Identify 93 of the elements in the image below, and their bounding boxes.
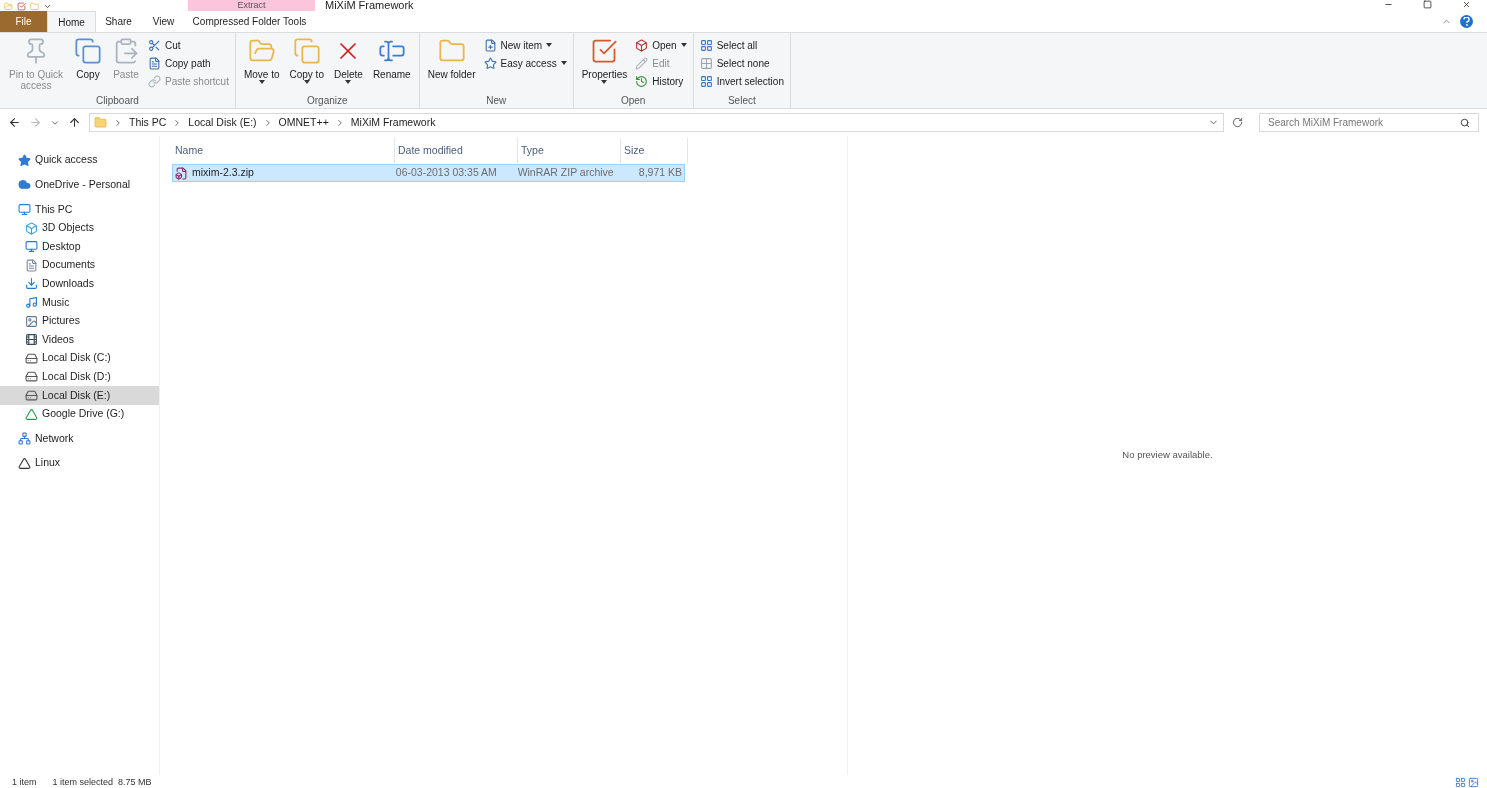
group-label: New [485, 95, 508, 107]
table-cell: 06-03-2013 03:35 AM [395, 165, 497, 181]
details-view-button[interactable] [1455, 777, 1466, 788]
ribbon-tab[interactable]: File [0, 11, 47, 32]
column-header[interactable]: Size [621, 138, 688, 163]
file-row[interactable]: mixim-2.3.zip 06-03-2013 03:35 AM WinRAR ZIP archive 8,971 KB [172, 164, 685, 182]
ribbon-button[interactable]: Copy path [146, 55, 231, 71]
drive-icon [25, 388, 38, 402]
caret-icon[interactable] [43, 2, 52, 11]
music-icon [25, 295, 38, 309]
group-label: Select [726, 95, 757, 107]
monitor-icon [18, 203, 31, 216]
group-label: Organize [306, 95, 349, 107]
picture-icon [25, 314, 38, 328]
refresh-button[interactable] [1232, 117, 1243, 128]
drive-icon [25, 370, 38, 384]
document-icon [25, 258, 38, 272]
ribbon-button[interactable]: Select none [697, 55, 786, 71]
cloud-icon [18, 178, 31, 192]
folder-icon [4, 2, 13, 11]
ribbon-button[interactable]: Select all [697, 37, 786, 53]
drive-icon [25, 351, 38, 365]
nav-item[interactable]: Documents [0, 255, 159, 275]
nav-item[interactable]: Linux [0, 453, 159, 473]
column-header[interactable]: Type [518, 138, 621, 163]
breadcrumb[interactable]: This PC [129, 114, 167, 131]
group-label: Open [619, 95, 647, 107]
table-cell: WinRAR ZIP archive [517, 165, 614, 181]
ribbon-button[interactable]: Invert selection [697, 73, 786, 89]
up-button[interactable] [68, 116, 81, 129]
nav-item[interactable]: This PC [0, 200, 159, 219]
nav-item[interactable]: Local Disk (C:) [0, 348, 159, 368]
checkbox-icon[interactable] [17, 2, 26, 11]
desktop-icon [25, 240, 38, 254]
ribbon-button[interactable]: Copy [70, 33, 106, 95]
back-button[interactable] [8, 116, 21, 129]
ribbon-button[interactable]: Delete [329, 33, 367, 95]
nav-item[interactable]: Network [0, 429, 159, 448]
nav-item[interactable]: Music [0, 293, 159, 312]
forward-button[interactable] [29, 116, 42, 129]
search-icon [1460, 117, 1470, 128]
cube-icon [25, 221, 38, 235]
ribbon-tab[interactable]: Share [96, 11, 141, 32]
ribbon-button[interactable]: Properties [577, 33, 632, 95]
address-field[interactable]: This PC Local Disk (E:) OMNET++ MiXiM Framework [89, 113, 1224, 132]
nav-item[interactable]: Desktop [0, 237, 159, 256]
nav-item[interactable]: Local Disk (D:) [0, 367, 159, 387]
nav-item[interactable]: Videos [0, 330, 159, 349]
window-title: MiXiM Framework [325, 0, 414, 11]
nav-item[interactable]: 3D Objects [0, 218, 159, 238]
triangle-icon [25, 407, 38, 421]
ribbon-tab[interactable]: View [141, 11, 186, 32]
breadcrumb[interactable]: OMNET++ [278, 114, 329, 131]
nav-item[interactable]: Google Drive (G:) [0, 404, 159, 424]
preview-message: No preview available. [1122, 448, 1213, 463]
table-cell: 8,971 KB [638, 165, 682, 181]
breadcrumb[interactable]: MiXiM Framework [350, 114, 436, 131]
column-header[interactable]: Name [172, 138, 395, 163]
restore-button[interactable] [1423, 0, 1432, 9]
ribbon-button[interactable]: Cut [146, 37, 231, 53]
archive-icon [175, 166, 188, 180]
chevron-icon[interactable] [113, 117, 123, 128]
search-field[interactable]: Search MiXiM Framework [1259, 113, 1479, 132]
ribbon-button[interactable]: History [633, 73, 689, 89]
nav-item[interactable]: Quick access [0, 151, 159, 170]
film-icon [25, 333, 38, 347]
folder-icon [94, 116, 107, 129]
ribbon-button[interactable]: Copy to [285, 33, 328, 95]
tiles-view-button[interactable] [1468, 777, 1479, 788]
network-icon [18, 432, 31, 446]
star-icon [18, 153, 31, 167]
ribbon-button[interactable]: Rename [368, 33, 415, 95]
group-label: Clipboard [95, 95, 140, 107]
ribbon-button[interactable]: Easy access [481, 55, 569, 71]
ribbon-button[interactable]: New item [481, 37, 569, 53]
ribbon-tab[interactable]: Home [47, 11, 96, 32]
status-text: 1 item selected 8.75 MB [52, 777, 152, 788]
help-icon[interactable] [1460, 15, 1473, 28]
breadcrumb[interactable]: Local Disk (E:) [188, 114, 257, 131]
nav-item[interactable]: OneDrive - Personal [0, 175, 159, 195]
ribbon-tab[interactable]: Compressed Folder Tools [186, 11, 313, 32]
ribbon-button[interactable]: Move to [239, 33, 284, 95]
nav-item[interactable]: Pictures [0, 311, 159, 331]
context-tab[interactable]: Extract [188, 0, 315, 11]
nav-item[interactable]: Downloads [0, 274, 159, 294]
nav-item[interactable]: Local Disk (E:) [0, 386, 159, 405]
ribbon-button[interactable]: Open [633, 37, 689, 53]
status-text: 1 item [12, 777, 37, 788]
table-cell: mixim-2.3.zip [192, 165, 254, 181]
ribbon-button[interactable]: New folder [423, 33, 480, 95]
close-button[interactable] [1462, 0, 1471, 9]
download-icon [25, 277, 38, 291]
column-header[interactable]: Date modified [395, 138, 518, 163]
